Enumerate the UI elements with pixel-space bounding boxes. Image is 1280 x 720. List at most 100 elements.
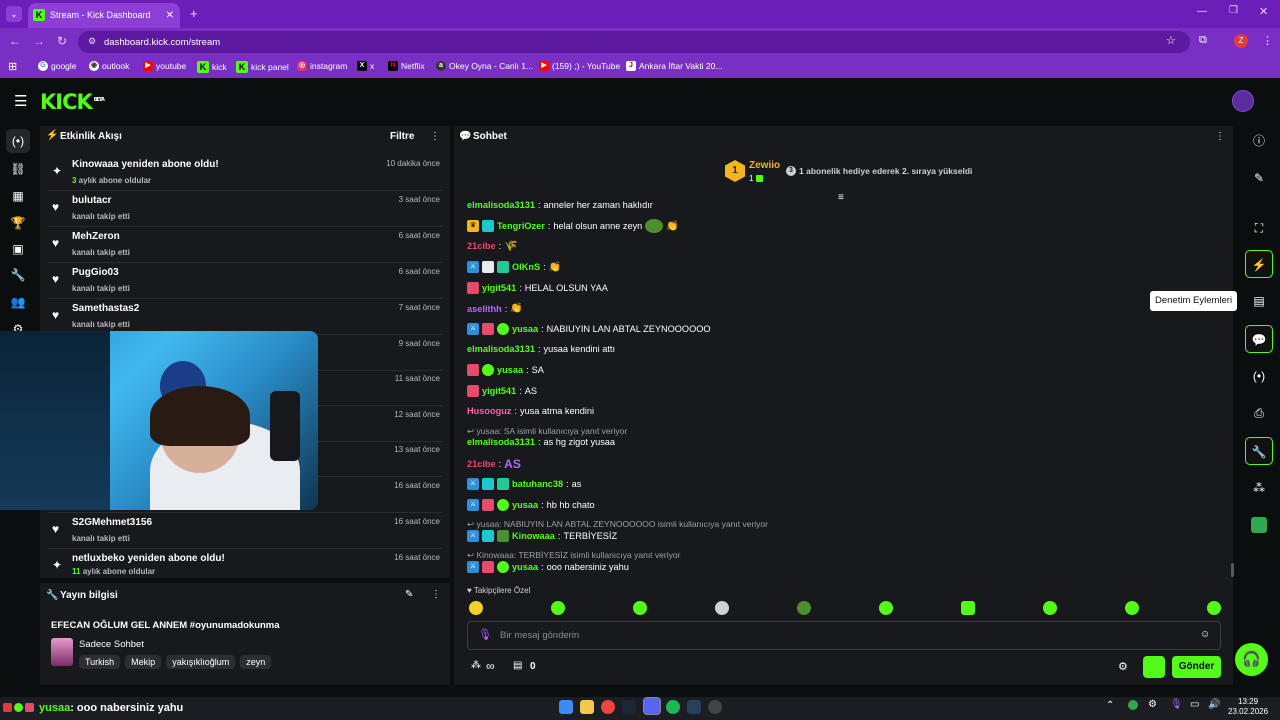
trophy-nav-icon[interactable]: 🏆	[6, 211, 30, 235]
chat-message[interactable]: elmalisoda3131: anneler her zaman haklıdı…	[467, 198, 653, 210]
chat-message[interactable]: ⚔ yusaa: ooo nabersiniz yahu	[467, 561, 629, 573]
chat-toggle-icon[interactable]: 💬	[1245, 325, 1273, 353]
steam-2-icon[interactable]	[687, 700, 701, 714]
bookmark-youtube[interactable]: ▶ youtube	[143, 61, 186, 71]
site-info-icon[interactable]: ⚙	[88, 36, 96, 47]
close-window-icon[interactable]: ✕	[1259, 5, 1268, 18]
activity-item[interactable]: ✦ Kinowaaa yeniden abone oldu! 3 aylık a…	[48, 156, 442, 191]
store-icon[interactable]: ▤	[513, 660, 522, 671]
tag[interactable]: Mekip	[125, 655, 162, 669]
reply-context[interactable]: ↩ yusaa: NABIUYIN LAN ABTAL ZEYNOOOOOO i…	[467, 519, 768, 530]
tray-app-icon[interactable]	[1128, 700, 1138, 710]
steam-icon[interactable]	[622, 700, 636, 714]
forward-icon[interactable]: →	[33, 34, 45, 48]
chat-message[interactable]: aselithh: 👏	[467, 303, 523, 314]
bookmark-instagram[interactable]: ◎ instagram	[297, 61, 347, 71]
url-field[interactable]	[78, 31, 1190, 53]
microphone-icon[interactable]: 🎙	[478, 628, 492, 641]
points-rail-icon[interactable]: ⁂	[1245, 474, 1273, 502]
tools-nav-icon[interactable]: 🔧	[6, 263, 30, 287]
quick-emote-button[interactable]	[1143, 656, 1165, 678]
emote[interactable]	[1043, 601, 1057, 615]
clock[interactable]: 13:29 23.02.2026	[1228, 697, 1268, 717]
tag[interactable]: zeyn	[240, 655, 272, 669]
chat-message[interactable]: elmalisoda3131: as hg zigot yusaa	[467, 437, 615, 447]
bookmark-youtube-2[interactable]: ▶ (159) ;) - YouTube	[539, 61, 620, 71]
reload-icon[interactable]: ↻	[57, 34, 67, 48]
profile-avatar[interactable]: Z	[1234, 34, 1248, 48]
volume-icon[interactable]: 🔊	[1208, 699, 1220, 710]
emote[interactable]	[715, 601, 729, 615]
emoji-icon[interactable]: ☺	[1200, 629, 1210, 640]
activity-item[interactable]: ♥ Samethastas2 kanalı takip etti 7 saat …	[48, 300, 442, 335]
emote[interactable]	[879, 601, 893, 615]
fullscreen-icon[interactable]: ⛶	[1245, 214, 1273, 242]
activity-item[interactable]: ♥ bulutacr kanalı takip etti 3 saat önce	[48, 192, 442, 227]
prediction-icon[interactable]	[1245, 510, 1273, 538]
stream-nav-icon[interactable]: (•)	[6, 129, 30, 153]
chat-message[interactable]: ⚔ yusaa: NABIUYIN LAN ABTAL ZEYNOOOOOO	[467, 323, 711, 335]
emote[interactable]	[633, 601, 647, 615]
points-icon[interactable]: ⁂	[471, 660, 481, 671]
stream-info-menu-icon[interactable]: ⋮	[431, 589, 441, 600]
tray-mic-icon[interactable]: 🎙	[1170, 699, 1183, 710]
new-tab-icon[interactable]: +	[190, 6, 198, 21]
windows-start-icon[interactable]	[559, 700, 573, 714]
kick-logo[interactable]: KICK BETA	[40, 90, 105, 114]
app-icon[interactable]	[708, 700, 722, 714]
restore-icon[interactable]: ❐	[1229, 5, 1238, 16]
activity-item[interactable]: ♥ S2GMehmet3156 kanalı takip etti 16 saa…	[48, 514, 442, 549]
edit-icon[interactable]: ✎	[405, 589, 413, 600]
bookmark-okey[interactable]: a Okey Oyna - Canlı 1...	[436, 61, 533, 71]
tab-list-icon[interactable]: ⌄	[6, 6, 22, 22]
chat-message[interactable]: Husooguz: yusa atma kendini	[467, 406, 594, 416]
emote[interactable]	[1125, 601, 1139, 615]
chat-message[interactable]: ⚔ Kinowaaa: TERBİYESİZ	[467, 530, 617, 542]
bookmark-kick-panel[interactable]: Kkick panel	[236, 61, 289, 73]
chat-message[interactable]: 21cibe: 🌾	[467, 239, 518, 252]
chat-input[interactable]	[467, 621, 1221, 650]
reply-context[interactable]: ↩ yusaa: SA isimli kullanıcıya yanıt ver…	[467, 426, 627, 437]
activity-menu-icon[interactable]: ⋮	[430, 131, 440, 142]
chat-message[interactable]: yusaa: SA	[467, 364, 544, 376]
chat-message[interactable]: ♛ TengriOzer: helal olsun anne zeyn 👏	[467, 219, 679, 233]
quick-actions-icon[interactable]: ⚡	[1245, 250, 1273, 278]
bookmark-outlook[interactable]: ◉ outlook	[89, 61, 129, 71]
filter-button[interactable]: Filtre	[390, 131, 414, 142]
discord-icon[interactable]	[643, 697, 661, 715]
hamburger-menu-icon[interactable]: ☰	[14, 92, 27, 110]
tab-kick-dashboard[interactable]: K Stream - Kick Dashboard ✕	[28, 3, 180, 28]
user-avatar[interactable]	[1232, 90, 1254, 112]
chat-menu-icon[interactable]: ⋮	[1215, 131, 1225, 142]
tag[interactable]: Turkish	[79, 655, 121, 669]
bookmark-netflix[interactable]: N Netflix	[388, 61, 425, 71]
collapse-pinned-icon[interactable]: ≡	[838, 192, 844, 203]
bookmark-google[interactable]: Ggoogle	[38, 61, 77, 71]
link-nav-icon[interactable]: ⛓	[6, 157, 30, 181]
emote[interactable]	[1207, 601, 1221, 615]
info-icon[interactable]: ⓘ	[1245, 127, 1273, 155]
category-name[interactable]: Sadece Sohbet	[79, 639, 144, 650]
bookmark-kick[interactable]: Kkick	[197, 61, 227, 73]
chat-message[interactable]: ⚔ batuhanc38: as	[467, 478, 581, 490]
chat-scrollbar[interactable]	[1231, 563, 1234, 577]
emote[interactable]	[961, 601, 975, 615]
tag[interactable]: yakışıklıoğlum	[166, 655, 236, 669]
activity-item[interactable]: ✦ netluxbeko yeniden abone oldu! 11 aylı…	[48, 550, 442, 576]
chat-settings-icon[interactable]: ⚙	[1118, 660, 1128, 673]
chrome-icon[interactable]	[601, 700, 615, 714]
reply-context[interactable]: ↩ Kinowaaa: TERBİYESİZ isimli kullanıcıy…	[467, 550, 680, 561]
bookmark-x[interactable]: Xx	[357, 61, 374, 71]
chat-message[interactable]: ⚔ yusaa: hb hb chato	[467, 499, 595, 511]
tray-steam-icon[interactable]: ⚙	[1148, 699, 1157, 710]
pencil-icon[interactable]: ✎	[1245, 164, 1273, 192]
community-nav-icon[interactable]: 👥	[6, 290, 30, 314]
chat-message[interactable]: yigit541: AS	[467, 385, 537, 397]
apps-grid-icon[interactable]: ⊞	[8, 60, 17, 73]
minimize-icon[interactable]: —	[1197, 6, 1207, 17]
tray-chevron-icon[interactable]: ⌃	[1106, 700, 1114, 711]
send-button[interactable]: Gönder	[1172, 656, 1221, 678]
pinned-username[interactable]: Zewiio	[749, 160, 780, 171]
analytics-nav-icon[interactable]: ▦	[6, 184, 30, 208]
back-icon[interactable]: ←	[9, 34, 21, 48]
